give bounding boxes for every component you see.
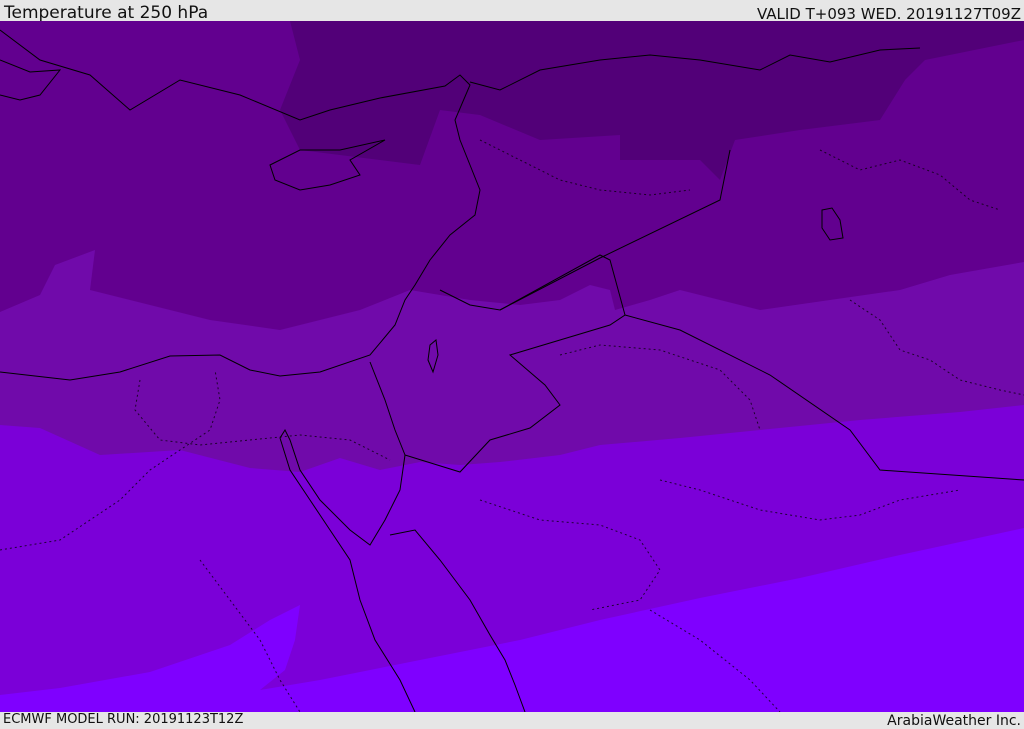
model-run-label: ECMWF MODEL RUN: 20191123T12Z [3, 712, 244, 727]
credit-label: ArabiaWeather Inc. [887, 713, 1021, 729]
map-title: Temperature at 250 hPa [4, 3, 209, 23]
temperature-map[interactable] [0, 21, 1024, 712]
